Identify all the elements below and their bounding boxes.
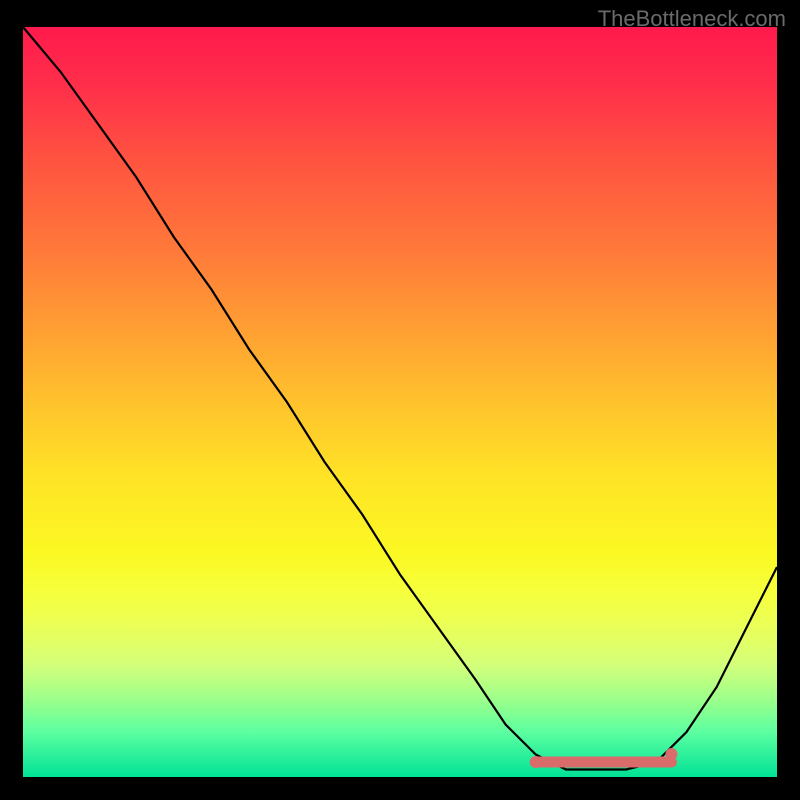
bottleneck-curve-svg bbox=[23, 27, 777, 777]
optimal-range-dot-right bbox=[665, 748, 677, 760]
bottleneck-curve bbox=[23, 27, 777, 770]
plot-area bbox=[23, 27, 777, 777]
chart-container: TheBottleneck.com bbox=[0, 0, 800, 800]
optimal-range-dot-left bbox=[530, 756, 542, 768]
watermark-text: TheBottleneck.com bbox=[598, 6, 786, 32]
